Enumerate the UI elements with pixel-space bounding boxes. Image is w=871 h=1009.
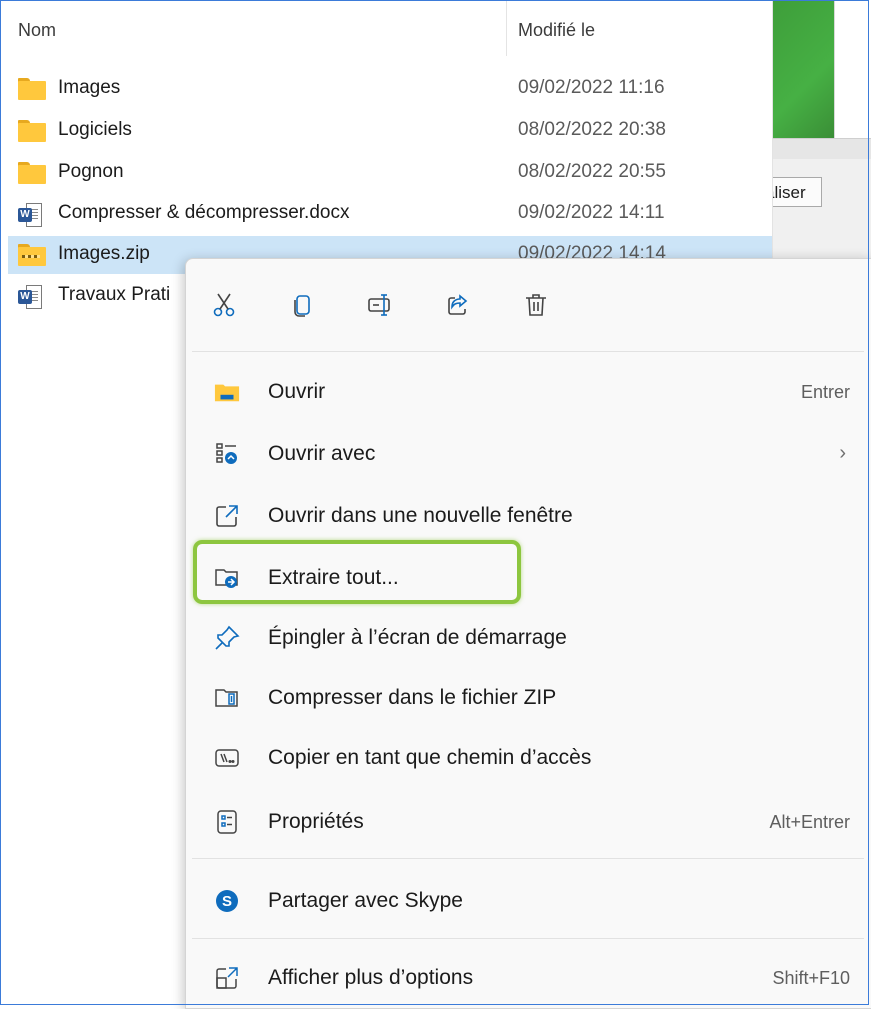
word-document-icon: W xyxy=(18,203,42,227)
more-options-icon xyxy=(214,965,240,991)
folder-icon xyxy=(18,162,46,184)
file-date: 09/02/2022 14:11 xyxy=(518,202,665,223)
menu-item-label: Ouvrir avec xyxy=(268,442,376,465)
column-headers: ^ Nom Modifié le xyxy=(0,0,772,62)
background-window-image xyxy=(772,0,834,138)
file-row-docx[interactable]: W Compresser & décompresser.docx 09/02/2… xyxy=(8,195,772,233)
menu-item-label: Ouvrir xyxy=(268,380,326,403)
file-row-logiciels[interactable]: Logiciels 08/02/2022 20:38 xyxy=(8,112,772,150)
context-menu: Ouvrir Entrer Ouvrir avec › Ouvrir dans … xyxy=(185,258,871,1009)
svg-text:S: S xyxy=(222,893,232,910)
menu-item-properties[interactable]: Propriétés Alt+Entrer xyxy=(196,797,860,847)
delete-icon xyxy=(526,294,546,316)
skype-icon: S xyxy=(214,888,240,914)
background-window-panel xyxy=(834,0,871,138)
menu-item-label: Compresser dans le fichier ZIP xyxy=(268,686,557,709)
folder-icon xyxy=(18,78,46,100)
menu-item-shortcut: Entrer xyxy=(800,382,850,402)
menu-item-shortcut: Alt+Entrer xyxy=(769,812,850,832)
file-name: Compresser & décompresser.docx xyxy=(58,202,350,223)
pin-icon xyxy=(214,625,240,651)
folder-open-icon xyxy=(214,379,240,405)
menu-item-label: Ouvrir dans une nouvelle fenêtre xyxy=(268,504,573,527)
file-name: Pognon xyxy=(58,161,124,182)
open-with-icon xyxy=(214,441,240,467)
file-name: Images.zip xyxy=(58,243,150,264)
file-row-pognon[interactable]: Pognon 08/02/2022 20:55 xyxy=(8,154,772,192)
menu-item-share-skype[interactable]: S Partager avec Skype xyxy=(196,876,860,926)
zip-folder-icon xyxy=(18,244,46,266)
file-name: Logiciels xyxy=(58,119,132,140)
menu-item-shortcut: Shift+F10 xyxy=(772,968,850,988)
menu-item-pin-start[interactable]: Épingler à l’écran de démarrage xyxy=(196,613,860,663)
file-row-images[interactable]: Images 09/02/2022 11:16 xyxy=(8,70,772,108)
menu-divider xyxy=(192,938,864,939)
column-header-name[interactable]: Nom xyxy=(18,20,56,41)
copy-path-icon xyxy=(214,745,240,771)
file-date: 08/02/2022 20:55 xyxy=(518,161,666,182)
menu-divider xyxy=(192,351,864,352)
menu-item-label: Afficher plus d’options xyxy=(268,966,474,989)
background-window-strip xyxy=(772,138,871,160)
word-document-icon: W xyxy=(18,285,42,309)
share-button[interactable] xyxy=(438,285,478,325)
menu-item-label: Propriétés xyxy=(268,810,364,833)
column-separator[interactable] xyxy=(506,0,507,56)
extract-all-highlight-annotation xyxy=(193,540,521,604)
file-date: 08/02/2022 20:38 xyxy=(518,119,666,140)
menu-item-copy-path[interactable]: Copier en tant que chemin d’accès xyxy=(196,733,860,783)
menu-divider xyxy=(192,858,864,859)
file-date: 09/02/2022 11:16 xyxy=(518,77,665,98)
new-window-icon xyxy=(214,503,240,529)
column-header-modified[interactable]: Modifié le xyxy=(518,20,595,41)
file-name: Images xyxy=(58,77,121,98)
rename-icon xyxy=(368,294,390,316)
copy-button[interactable] xyxy=(282,285,322,325)
zip-icon xyxy=(214,685,240,711)
menu-item-label: Copier en tant que chemin d’accès xyxy=(268,746,592,769)
cut-icon xyxy=(213,293,235,317)
context-menu-toolbar xyxy=(186,259,871,349)
properties-icon xyxy=(214,809,240,835)
sort-caret-icon: ^ xyxy=(248,0,256,9)
menu-item-label: Épingler à l’écran de démarrage xyxy=(268,626,567,649)
menu-item-open[interactable]: Ouvrir Entrer xyxy=(196,367,860,417)
rename-button[interactable] xyxy=(360,285,400,325)
file-name: Travaux Prati xyxy=(58,284,171,305)
menu-item-label: Partager avec Skype xyxy=(268,889,463,912)
delete-button[interactable] xyxy=(516,285,556,325)
folder-icon xyxy=(18,120,46,142)
menu-item-open-with[interactable]: Ouvrir avec › xyxy=(196,429,860,479)
menu-item-compress-zip[interactable]: Compresser dans le fichier ZIP xyxy=(196,673,860,723)
share-icon xyxy=(448,294,468,315)
copy-icon xyxy=(294,295,310,317)
chevron-right-icon: › xyxy=(839,442,846,464)
menu-item-open-new-window[interactable]: Ouvrir dans une nouvelle fenêtre xyxy=(196,491,860,541)
menu-item-more-options[interactable]: Afficher plus d’options Shift+F10 xyxy=(196,953,860,1003)
cut-button[interactable] xyxy=(204,285,244,325)
